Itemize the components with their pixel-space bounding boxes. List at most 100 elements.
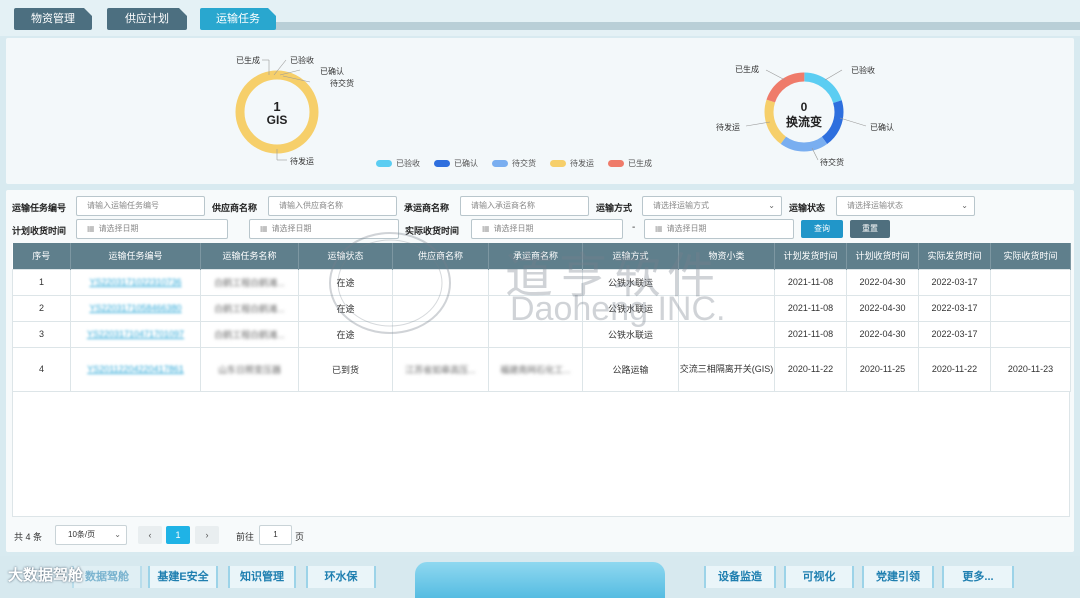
- nav-knowledge[interactable]: 知识管理: [228, 566, 296, 588]
- col-header: 运输任务编号: [70, 243, 201, 269]
- left-donut-value: 1: [273, 99, 281, 114]
- table-header-row: 序号 运输任务编号 运输任务名称 运输状态 供应商名称 承运商名称 运输方式 物…: [12, 243, 1071, 269]
- task-no-label: 运输任务编号: [12, 203, 67, 213]
- legend-item[interactable]: 已确认: [434, 158, 478, 169]
- data-cockpit-logo: 大数据驾舱: [8, 567, 84, 584]
- cell-actual-recv: [990, 268, 1071, 296]
- cell-plan-recv: 2022-04-30: [846, 294, 919, 322]
- page-size-select[interactable]: 10条/页 ⌄: [55, 525, 127, 545]
- goto-label: 前往: [236, 532, 255, 542]
- cell-mode: 公铁水联运: [582, 268, 679, 296]
- cell-subclass: [678, 320, 775, 348]
- table-row[interactable]: 2 YS220317105846638​0 白鹤工程白鹤滩... 在途 公铁水联…: [12, 294, 1071, 322]
- status-select[interactable]: 请选择运输状态 ⌄: [836, 196, 975, 216]
- status-label: 运输状态: [789, 203, 826, 213]
- cell-actual-recv: 2020-11-23: [990, 346, 1071, 392]
- actual-recv-end[interactable]: ▦ 请选择日期: [644, 219, 794, 239]
- mode-label: 运输方式: [596, 203, 633, 213]
- cell-plan-recv: 2020-11-25: [846, 346, 919, 392]
- nav-equipment-monitor[interactable]: 设备监造: [704, 566, 776, 588]
- page-unit-label: 页: [295, 532, 305, 542]
- col-header: 承运商名称: [488, 243, 583, 269]
- cell-plan-recv: 2022-04-30: [846, 268, 919, 296]
- task-no-link[interactable]: YS220317104717010​97: [70, 320, 201, 348]
- legend-item[interactable]: 待交货: [492, 158, 536, 169]
- nav-environment[interactable]: 环水保: [306, 566, 376, 588]
- cell-subclass: [678, 294, 775, 322]
- cell-plan-ship: 2021-11-08: [774, 320, 847, 348]
- chevron-down-icon: ⌄: [114, 530, 121, 539]
- chart-legend: 已验收 已确认 待交货 待发运 已生成: [376, 158, 652, 169]
- cell-carrier: [488, 294, 583, 322]
- plan-recv-label: 计划收货时间: [12, 226, 67, 236]
- cell-task-name: 山东日照变压器: [200, 346, 299, 392]
- left-label-inspected: 已验收: [290, 56, 314, 65]
- task-no-link[interactable]: YS220317102231073​6: [70, 268, 201, 296]
- calendar-icon: ▦: [655, 224, 663, 233]
- query-button[interactable]: 查询: [801, 220, 843, 238]
- table-row[interactable]: 1 YS220317102231073​6 白鹤工程白鹤滩... 在途 公铁水联…: [12, 268, 1071, 296]
- nav-visualization[interactable]: 可视化: [784, 566, 854, 588]
- range-dash: -: [632, 222, 636, 233]
- cell-actual-recv: [990, 320, 1071, 348]
- plan-recv-start[interactable]: ▦ 请选择日期: [76, 219, 228, 239]
- goto-page-input[interactable]: 1: [259, 525, 292, 545]
- right-donut-value: 0: [800, 100, 808, 114]
- cell-actual-ship: 2022-03-17: [918, 268, 991, 296]
- page-1-button[interactable]: 1: [166, 526, 190, 544]
- mode-select[interactable]: 请选择运输方式 ⌄: [642, 196, 782, 216]
- total-count: 共 4 条: [14, 532, 43, 542]
- cell-plan-ship: 2020-11-22: [774, 346, 847, 392]
- calendar-icon: ▦: [260, 224, 268, 233]
- nav-more[interactable]: 更多...: [942, 566, 1014, 588]
- actual-recv-start[interactable]: ▦ 请选择日期: [471, 219, 623, 239]
- right-label-inspected: 已验收: [851, 66, 875, 75]
- cell-supplier: 江苏省如皋高压...: [392, 346, 489, 392]
- cell-actual-recv: [990, 294, 1071, 322]
- reset-button[interactable]: 重置: [850, 220, 890, 238]
- cell-carrier: 福建南网石化工...: [488, 346, 583, 392]
- right-label-generated: 已生成: [735, 65, 759, 74]
- chevron-down-icon: ⌄: [961, 201, 968, 210]
- carrier-label: 承运商名称: [404, 203, 450, 213]
- table-row[interactable]: 4 YS201122042204178​61 山东日照变压器 已到货 江苏省如皋…: [12, 346, 1071, 392]
- right-label-pending-delivery: 待交货: [820, 158, 844, 167]
- task-no-link[interactable]: YS201122042204178​61: [70, 346, 201, 392]
- cell-index: 4: [12, 346, 71, 392]
- col-header: 物资小类: [678, 243, 775, 269]
- cell-mode: 公铁水联运: [582, 294, 679, 322]
- task-no-link[interactable]: YS220317105846638​0: [70, 294, 201, 322]
- cell-actual-ship: 2022-03-17: [918, 294, 991, 322]
- cell-index: 3: [12, 320, 71, 348]
- legend-item[interactable]: 待发运: [550, 158, 594, 169]
- supplier-input[interactable]: 请输入供应商名称: [268, 196, 397, 216]
- left-label-generated: 已生成: [236, 56, 260, 65]
- cell-plan-recv: 2022-04-30: [846, 320, 919, 348]
- bottom-center-glow: [415, 562, 665, 598]
- table-row[interactable]: 3 YS220317104717010​97 白鹤工程白鹤滩... 在途 公铁水…: [12, 320, 1071, 348]
- watermark-seal: [329, 232, 451, 334]
- next-page-button[interactable]: ›: [195, 526, 219, 544]
- col-header: 计划收货时间: [846, 243, 919, 269]
- chevron-down-icon: ⌄: [768, 201, 775, 210]
- cell-task-name: 白鹤工程白鹤滩...: [200, 268, 299, 296]
- cell-index: 2: [12, 294, 71, 322]
- transport-task-table: 序号 运输任务编号 运输任务名称 运输状态 供应商名称 承运商名称 运输方式 物…: [12, 243, 1071, 392]
- prev-page-button[interactable]: ‹: [138, 526, 162, 544]
- cell-plan-ship: 2021-11-08: [774, 268, 847, 296]
- left-donut-label: GIS: [266, 113, 288, 127]
- cell-task-name: 白鹤工程白鹤滩...: [200, 294, 299, 322]
- calendar-icon: ▦: [87, 224, 95, 233]
- cell-subclass: [678, 268, 775, 296]
- left-label-pending-delivery: 待交货: [330, 79, 354, 88]
- nav-party-building[interactable]: 党建引领: [862, 566, 934, 588]
- right-label-confirmed: 已确认: [870, 123, 894, 132]
- carrier-input[interactable]: 请输入承运商名称: [460, 196, 589, 216]
- nav-construction-safety[interactable]: 基建E安全: [148, 566, 218, 588]
- legend-item[interactable]: 已生成: [608, 158, 652, 169]
- task-no-input[interactable]: 请输入运输任务编号: [76, 196, 205, 216]
- right-label-pending-shipment: 待发运: [716, 123, 740, 132]
- legend-item[interactable]: 已验收: [376, 158, 420, 169]
- supplier-label: 供应商名称: [212, 203, 258, 213]
- col-header: 计划发货时间: [774, 243, 847, 269]
